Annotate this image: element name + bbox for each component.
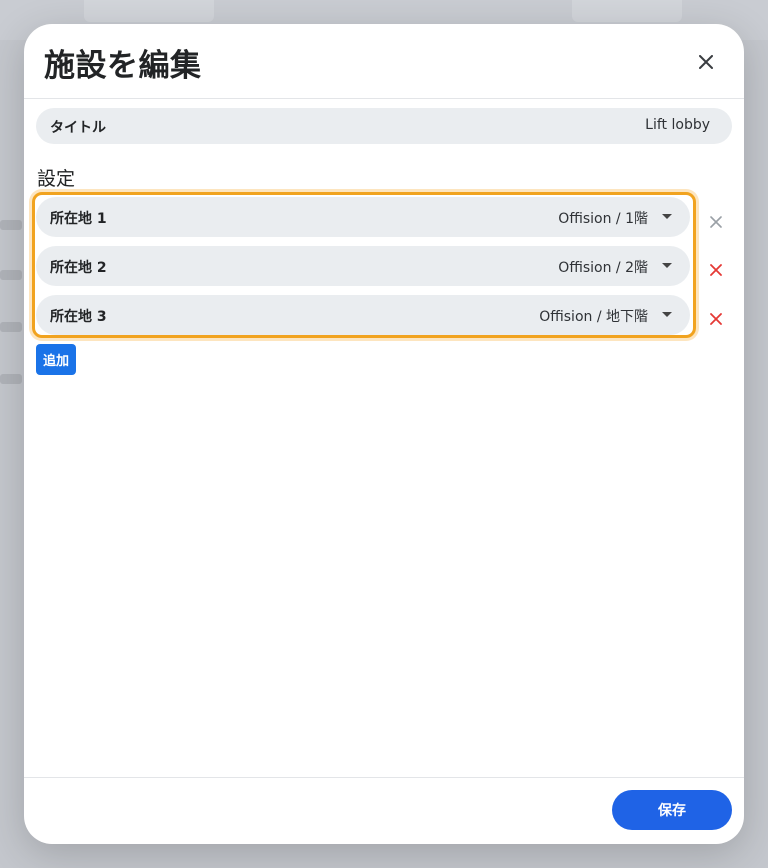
remove-location-3-button[interactable] [706, 309, 726, 329]
settings-section-title: 設定 [37, 168, 76, 190]
background-hint [0, 322, 22, 332]
location-value: Offision / 地下階 [539, 309, 648, 325]
background-hint [0, 270, 22, 280]
close-icon [699, 55, 713, 69]
remove-location-1-button[interactable] [706, 212, 726, 232]
close-icon [710, 216, 722, 228]
location-label: 所在地 1 [50, 211, 107, 227]
background-hint [0, 220, 22, 230]
location-label: 所在地 2 [50, 260, 107, 276]
location-select-1[interactable]: 所在地 1 Offision / 1階 [36, 197, 690, 237]
remove-location-2-button[interactable] [706, 260, 726, 280]
chevron-down-icon [662, 263, 672, 268]
title-field-label: タイトル [50, 120, 106, 136]
title-field-value: Lift lobby [645, 117, 710, 133]
save-button[interactable]: 保存 [612, 790, 732, 830]
location-select-3[interactable]: 所在地 3 Offision / 地下階 [36, 295, 690, 335]
dialog-title: 施設を編集 [44, 48, 202, 84]
title-field[interactable]: タイトル Lift lobby [36, 108, 732, 144]
chevron-down-icon [662, 214, 672, 219]
location-value: Offision / 1階 [558, 211, 648, 227]
location-label: 所在地 3 [50, 309, 107, 325]
background-tab [572, 0, 682, 22]
background-hint [0, 374, 22, 384]
close-icon [710, 313, 722, 325]
add-location-button[interactable]: 追加 [36, 344, 76, 375]
dialog-footer: 保存 [24, 777, 744, 844]
dialog-header: 施設を編集 [24, 24, 744, 99]
close-button[interactable] [690, 46, 722, 78]
chevron-down-icon [662, 312, 672, 317]
close-icon [710, 264, 722, 276]
location-value: Offision / 2階 [558, 260, 648, 276]
edit-facility-dialog: 施設を編集 タイトル Lift lobby 設定 所在地 1 Offision … [24, 24, 744, 844]
background-tab [84, 0, 214, 22]
location-select-2[interactable]: 所在地 2 Offision / 2階 [36, 246, 690, 286]
